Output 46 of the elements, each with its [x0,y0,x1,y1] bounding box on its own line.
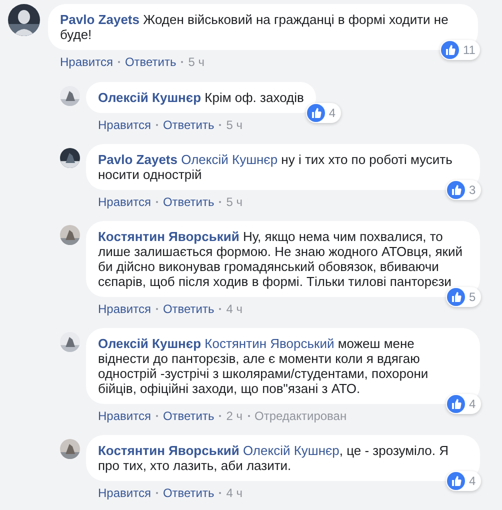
reply-link[interactable]: Ответить [162,408,214,424]
separator-dot [219,415,222,417]
author-link[interactable]: Костянтин Яворський [98,443,240,458]
like-link[interactable]: Нравится [98,194,151,210]
author-link[interactable]: Pavlo Zayets [98,152,178,167]
reply-link[interactable]: Ответить [124,54,176,70]
like-count: 3 [469,183,476,197]
separator-dot [219,124,222,126]
separator-dot [156,415,158,417]
like-count: 4 [469,474,476,488]
mention-link[interactable]: Олексій Кушнєр [242,443,340,458]
author-link[interactable]: Олексій Кушнєр [98,90,202,105]
like-link[interactable]: Нравится [98,408,151,424]
reply-link[interactable]: Ответить [162,301,214,317]
mention-link[interactable]: Олексій Кушнєр [181,152,278,167]
comment-text: Костянтин Яворський Ну, якщо нема чим похвалися, то лише залишається формою. Не знаю жодного АТОвця, який би дійсно виконував громадянський обовязок, вбиваючи сєпарів, щоб після ходив в формі. Тільки тилові панторєзи [98,229,464,289]
comment-text: Pavlo Zayets Жоден військовий на гражданці в формі ходити не буде! [60,12,450,42]
like-link[interactable]: Нравится [98,485,151,501]
separator-dot [118,61,120,63]
like-link[interactable]: Нравится [60,54,113,70]
comment-text: Олексій Кушнєр Крім оф. заходів [98,90,304,105]
separator-dot [248,415,250,417]
like-count: 11 [463,43,476,57]
author-link[interactable]: Олексій Кушнєр [98,336,202,351]
like-count: 4 [328,106,336,120]
like-count: 5 [469,290,476,304]
separator-dot [156,308,158,310]
separator-dot [219,492,222,494]
comment-text: Костянтин Яворський Олексій Кушнєр, це - зрозуміло. Я про тих, хто лазить, аби лазити. [98,443,450,473]
reply-link[interactable]: Ответить [162,117,214,133]
reply-link[interactable]: Ответить [162,485,214,501]
author-link[interactable]: Костянтин Яворський [98,229,240,244]
comment-text: Олексій Кушнєр Костянтин Яворський можеш мене віднести до панторєзів, але є моменти коли я вдягаю однострій -зустрічі з школярами/студентами, похорони бійців, офіційні заходи, що пов"язані з АТО. [98,336,430,396]
like-link[interactable]: Нравится [98,117,151,133]
separator-dot [219,201,222,203]
separator-dot [219,308,222,310]
separator-dot [181,61,184,63]
separator-dot [156,124,158,126]
author-link[interactable]: Pavlo Zayets [60,12,140,27]
reply-link[interactable]: Ответить [162,194,214,210]
separator-dot [156,201,158,203]
like-link[interactable]: Нравится [98,301,151,317]
comment-text: Pavlo Zayets Олексій Кушнєр ну і тих хто по роботі мусить носити однострій [98,152,454,182]
separator-dot [156,492,158,494]
mention-link[interactable]: Костянтин Яворський [204,336,334,351]
like-count: 4 [469,397,476,411]
